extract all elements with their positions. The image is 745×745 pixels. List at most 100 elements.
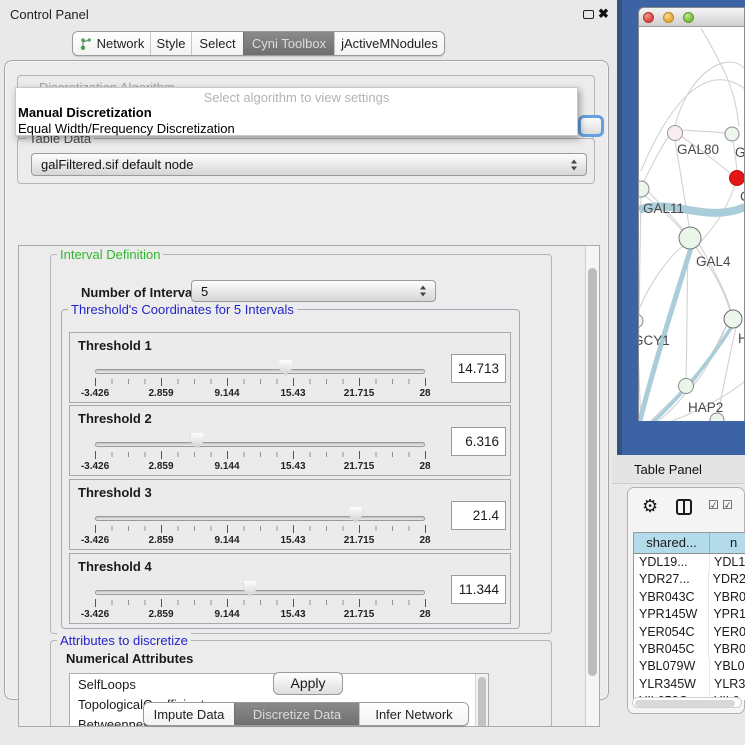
column-header-name[interactable]: n (710, 533, 745, 553)
group-label: Interval Definition (57, 247, 163, 262)
threshold-value-field[interactable]: 11.344 (451, 575, 506, 604)
network-window: GAL80 G C GAL11 GAL4 GCY1 H HAP2 (638, 7, 745, 421)
network-icon (79, 37, 93, 51)
combo-arrows-icon (571, 159, 578, 170)
node-gal80[interactable] (668, 126, 683, 141)
tick-label: 2.859 (148, 535, 173, 546)
scrollbar-thumb[interactable] (588, 268, 597, 676)
threshold-label: Threshold 1 (78, 338, 152, 353)
tab-select[interactable]: Select (191, 32, 243, 55)
group-label: Attributes to discretize (57, 633, 191, 648)
tick-label: 9.144 (214, 388, 239, 399)
node-gcy1[interactable] (639, 314, 643, 328)
tick-label: 2.859 (148, 609, 173, 620)
table-row[interactable]: YDL19...YDL1 (634, 554, 745, 571)
numerical-attributes-title: Numerical Attributes (66, 651, 193, 666)
gear-icon[interactable]: ⚙ (642, 496, 658, 517)
node-red-selected[interactable] (730, 171, 745, 186)
settings-scrollbar[interactable] (585, 246, 599, 726)
node-gal11[interactable] (639, 181, 649, 197)
node-label: H (738, 331, 744, 346)
node-label: C (740, 189, 744, 204)
tick-label: 28 (419, 461, 430, 472)
table-horizontal-scrollbar[interactable] (632, 697, 742, 708)
threshold-value-field[interactable]: 14.713 (451, 354, 506, 383)
node-h[interactable] (724, 310, 742, 328)
threshold-4-panel: Threshold 4 -3.4262.8599.14415.4321.7152… (69, 553, 511, 624)
checkbox-icon[interactable]: ☑ (722, 498, 733, 512)
list-scrollbar[interactable] (475, 674, 488, 727)
tick-label: -3.426 (81, 388, 109, 399)
node-label: GAL4 (696, 254, 731, 269)
table-row[interactable]: YBL079WYBL0 (634, 658, 745, 675)
tick-label: 15.43 (280, 609, 305, 620)
table-row[interactable]: YLR345WYLR3 (634, 676, 745, 693)
columns-icon[interactable] (676, 499, 692, 515)
threshold-value-field[interactable]: 6.316 (451, 427, 506, 456)
tick-label: 28 (419, 388, 430, 399)
minimize-traffic-light-icon[interactable] (663, 12, 674, 23)
table-row[interactable]: YDR27...YDR2 (634, 571, 745, 588)
slider-track[interactable] (95, 369, 425, 374)
node-table-body: YDL19...YDL1YDR27...YDR2YBR043CYBR0YPR14… (634, 554, 745, 700)
number-of-intervals-combo[interactable]: 5 (191, 280, 436, 302)
close-traffic-light-icon[interactable] (643, 12, 654, 23)
node-partial-top-right[interactable] (725, 127, 739, 141)
network-canvas[interactable]: GAL80 G C GAL11 GAL4 GCY1 H HAP2 (639, 27, 744, 421)
table-data-combo[interactable]: galFiltered.sif default node (31, 153, 587, 176)
zoom-traffic-light-icon[interactable] (683, 12, 694, 23)
node-hap2[interactable] (679, 379, 694, 394)
tick-label: -3.426 (81, 609, 109, 620)
table-header-row: shared... n (634, 533, 745, 554)
table-row[interactable]: YER054CYER0 (634, 624, 745, 641)
tab-jactivemnodules[interactable]: jActiveMNodules (334, 32, 444, 55)
tick-label: 15.43 (280, 461, 305, 472)
scrollbar-thumb[interactable] (478, 677, 486, 727)
checkbox-icon[interactable]: ☑ (708, 498, 719, 512)
dropdown-item-manual-discretization[interactable]: Manual Discretization (18, 105, 152, 120)
tick-label: -3.426 (81, 535, 109, 546)
tab-style[interactable]: Style (150, 32, 191, 55)
tick-label: 21.715 (344, 461, 375, 472)
slider-ticks (95, 452, 426, 457)
tab-cyni-toolbox[interactable]: Cyni Toolbox (243, 32, 334, 55)
threshold-label: Threshold 3 (78, 485, 152, 500)
panel-title: Control Panel (10, 7, 89, 22)
node-table-panel: ⚙ ☑ ☑ shared... n YDL19...YDL1YDR27...YD… (627, 487, 745, 714)
threshold-2-panel: Threshold 2 -3.4262.8599.14415.4321.7152… (69, 405, 511, 476)
combo-arrows-icon (420, 286, 427, 297)
threshold-label: Threshold 2 (78, 411, 152, 426)
slider-track[interactable] (95, 590, 425, 595)
tab-discretize-data[interactable]: Discretize Data (234, 703, 359, 725)
scrollbar-thumb[interactable] (635, 700, 735, 707)
tick-label: 21.715 (344, 535, 375, 546)
thresholds-group: Threshold's Coordinates for 5 Intervals … (61, 309, 520, 629)
dropdown-item-equal-width-frequency[interactable]: Equal Width/Frequency Discretization (18, 121, 235, 136)
close-icon[interactable]: ✖ (598, 6, 609, 22)
tab-impute-data[interactable]: Impute Data (144, 703, 234, 725)
tick-label: 15.43 (280, 388, 305, 399)
apply-button[interactable]: Apply (273, 672, 343, 695)
node-label: GAL80 (677, 142, 719, 157)
tick-label: 9.144 (214, 461, 239, 472)
threshold-value-field[interactable]: 21.4 (451, 501, 506, 530)
column-header-shared-name[interactable]: shared... (634, 533, 710, 553)
tick-label: 9.144 (214, 535, 239, 546)
tick-label: 9.144 (214, 609, 239, 620)
bottom-tab-bar: Impute Data Discretize Data Infer Networ… (143, 702, 469, 726)
tick-label: -3.426 (81, 461, 109, 472)
slider-ticks (95, 379, 426, 384)
float-window-icon[interactable] (583, 10, 594, 19)
tick-label: 28 (419, 609, 430, 620)
table-row[interactable]: YBR043CYBR0 (634, 589, 745, 606)
table-row[interactable]: YBR045CYBR0 (634, 641, 745, 658)
tab-infer-network[interactable]: Infer Network (359, 703, 468, 725)
tab-network[interactable]: Network (73, 32, 150, 55)
table-row[interactable]: YPR145WYPR1 (634, 606, 745, 623)
slider-track[interactable] (95, 516, 425, 521)
node-gal4[interactable] (679, 227, 701, 249)
slider-track[interactable] (95, 442, 425, 447)
tick-label: 28 (419, 535, 430, 546)
network-window-titlebar[interactable] (639, 8, 744, 27)
algorithm-combo-button[interactable] (578, 115, 604, 137)
